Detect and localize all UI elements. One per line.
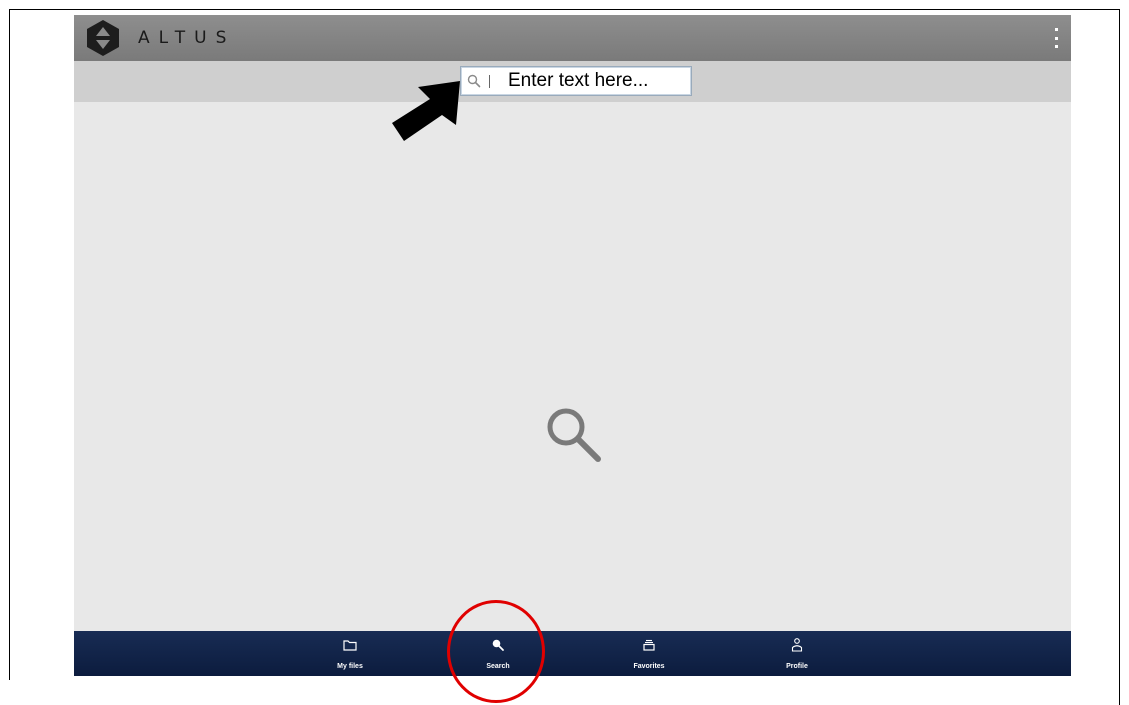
nav-label-favorites: Favorites [633,663,665,670]
top-bar: ALTUS [74,15,1071,62]
nav-item-my-files[interactable]: My files [310,631,390,676]
altus-logo-icon [87,20,119,56]
annotation-highlight-circle [447,600,545,703]
nav-item-profile[interactable]: Profile [757,631,837,676]
nav-item-favorites[interactable]: Favorites [609,631,689,676]
bottom-navigation: My files Search Favorites Profile [74,631,1071,676]
outer-frame-right [1119,9,1120,705]
nav-label-my-files: My files [337,663,363,670]
annotation-arrow-icon [392,81,460,141]
search-field[interactable] [460,66,692,96]
brand-name: ALTUS [138,28,236,48]
folder-icon [343,640,357,651]
user-icon [791,638,803,652]
outer-frame-top [9,9,1120,10]
search-input[interactable] [508,68,688,94]
app-window: ALTUS My files [74,15,1071,676]
empty-state-search-icon [547,408,601,462]
tray-icon [643,639,655,651]
text-cursor [489,74,490,88]
kebab-menu-icon[interactable] [1051,28,1061,48]
search-bar [74,61,1071,102]
nav-label-profile: Profile [786,663,808,670]
outer-frame-left [9,9,10,680]
